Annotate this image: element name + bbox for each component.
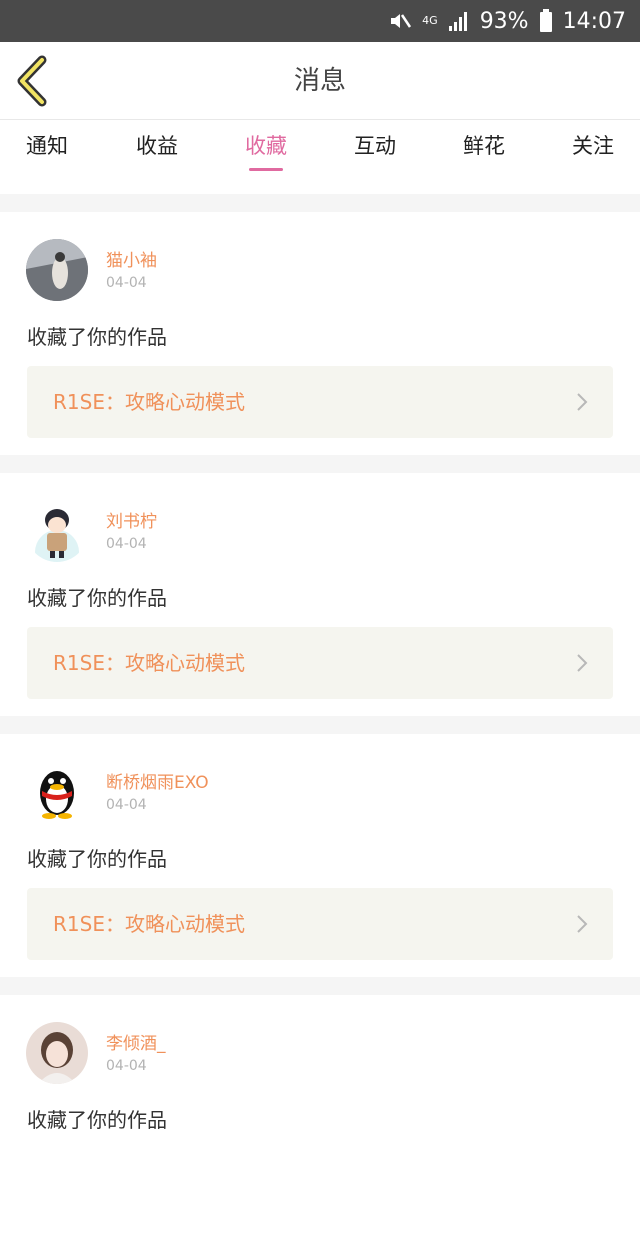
item-date: 04-04 xyxy=(106,797,147,813)
page-title: 消息 xyxy=(293,66,346,96)
chevron-right-icon xyxy=(577,915,588,933)
chevron-left-icon xyxy=(17,55,47,107)
avatar[interactable] xyxy=(26,761,88,823)
feed-item: 猫小袖 04-04 收藏了你的作品 R1SE：攻略心动模式 xyxy=(0,212,640,455)
chevron-right-icon xyxy=(577,393,588,411)
signal-icon xyxy=(448,10,470,32)
tab-flowers[interactable]: 鲜花 xyxy=(429,120,539,194)
work-link[interactable]: R1SE：攻略心动模式 xyxy=(27,627,613,699)
feed-item: 断桥烟雨EXO 04-04 收藏了你的作品 R1SE：攻略心动模式 xyxy=(0,734,640,977)
action-text: 收藏了你的作品 xyxy=(27,1108,167,1132)
favorites-feed: 猫小袖 04-04 收藏了你的作品 R1SE：攻略心动模式 刘书柠 04-04 … xyxy=(0,194,640,1238)
user-name[interactable]: 刘书柠 xyxy=(106,507,157,532)
user-name[interactable]: 李倾酒_ xyxy=(106,1029,166,1054)
network-type: 4G xyxy=(422,14,438,27)
avatar[interactable] xyxy=(26,239,88,301)
tab-follow[interactable]: 关注 xyxy=(538,120,640,194)
avatar[interactable] xyxy=(26,500,88,562)
clock: 14:07 xyxy=(562,8,626,34)
app-header: 消息 xyxy=(0,42,640,120)
battery-percent: 93% xyxy=(479,8,529,34)
tab-income[interactable]: 收益 xyxy=(102,120,212,194)
battery-icon xyxy=(539,9,553,33)
tab-bar: 通知 收益 收藏 互动 鲜花 关注 xyxy=(0,120,640,194)
user-name[interactable]: 断桥烟雨EXO xyxy=(106,768,209,793)
tab-interaction[interactable]: 互动 xyxy=(320,120,430,194)
work-title: R1SE：攻略心动模式 xyxy=(53,390,245,414)
action-text: 收藏了你的作品 xyxy=(27,325,167,349)
item-date: 04-04 xyxy=(106,1058,147,1074)
item-date: 04-04 xyxy=(106,275,147,291)
back-button[interactable] xyxy=(12,54,56,108)
mute-icon xyxy=(388,9,412,33)
work-title: R1SE：攻略心动模式 xyxy=(53,651,245,675)
action-text: 收藏了你的作品 xyxy=(27,847,167,871)
work-title: R1SE：攻略心动模式 xyxy=(53,912,245,936)
work-link[interactable]: R1SE：攻略心动模式 xyxy=(27,366,613,438)
feed-item: 李倾酒_ 04-04 收藏了你的作品 xyxy=(0,995,640,1238)
action-text: 收藏了你的作品 xyxy=(27,586,167,610)
chevron-right-icon xyxy=(577,654,588,672)
status-bar: 4G 93% 14:07 xyxy=(0,0,640,42)
tab-favorites[interactable]: 收藏 xyxy=(211,120,321,194)
work-link[interactable]: R1SE：攻略心动模式 xyxy=(27,888,613,960)
feed-item: 刘书柠 04-04 收藏了你的作品 R1SE：攻略心动模式 xyxy=(0,473,640,716)
tab-notify[interactable]: 通知 xyxy=(0,120,102,194)
user-name[interactable]: 猫小袖 xyxy=(106,246,157,271)
avatar[interactable] xyxy=(26,1022,88,1084)
item-date: 04-04 xyxy=(106,536,147,552)
active-tab-indicator xyxy=(249,168,283,171)
